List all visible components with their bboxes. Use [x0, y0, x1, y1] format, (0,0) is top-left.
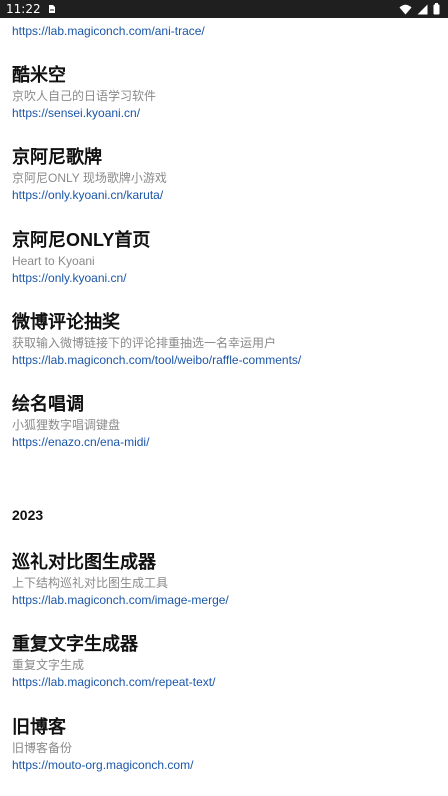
item-description: Heart to Kyoani [12, 254, 95, 268]
project-list: https://lab.magiconch.com/ani-trace/ 酷米空… [0, 0, 448, 796]
item-link[interactable]: https://sensei.kyoani.cn/ [12, 105, 140, 121]
item-title: 绘名唱调 [12, 394, 84, 414]
item-link[interactable]: https://lab.magiconch.com/repeat-text/ [12, 674, 215, 690]
list-item: 重复文字生成器 重复文字生成 https://lab.magiconch.com… [12, 633, 440, 691]
cell-signal-icon [417, 4, 428, 15]
list-item: 微博评论抽奖 获取输入微博链接下的评论排重抽选一名幸运用户 https://la… [12, 311, 440, 369]
status-time: 11:22 [6, 2, 41, 16]
wifi-icon [399, 4, 412, 15]
notification-icon [47, 4, 57, 14]
list-item: 旧博客 旧博客备份 https://mouto-org.magiconch.co… [12, 716, 440, 774]
status-left: 11:22 [6, 2, 57, 16]
item-description: 上下结构巡礼对比图生成工具 [12, 576, 169, 590]
status-right [399, 3, 440, 15]
item-description: 京吹人自己的日语学习软件 [12, 89, 157, 103]
list-item: 京阿尼ONLY首页 Heart to Kyoani https://only.k… [12, 229, 440, 287]
item-link[interactable]: https://enazo.cn/ena-midi/ [12, 434, 149, 450]
item-link[interactable]: https://only.kyoani.cn/ [12, 270, 127, 286]
list-item: 京阿尼歌牌 京阿尼ONLY 现场歌牌小游戏 https://only.kyoan… [12, 146, 440, 204]
item-link[interactable]: https://only.kyoani.cn/karuta/ [12, 187, 163, 203]
item-title: 微博评论抽奖 [12, 312, 120, 332]
status-bar: 11:22 [0, 0, 448, 18]
list-item-ani-trace: https://lab.magiconch.com/ani-trace/ [12, 22, 440, 40]
item-title: 酷米空 [12, 65, 66, 85]
item-link[interactable]: https://lab.magiconch.com/ani-trace/ [12, 23, 205, 39]
item-title: 京阿尼歌牌 [12, 147, 102, 167]
item-description: 重复文字生成 [12, 658, 85, 672]
list-item: 巡礼对比图生成器 上下结构巡礼对比图生成工具 https://lab.magic… [12, 551, 440, 609]
item-description: 京阿尼ONLY 现场歌牌小游戏 [12, 171, 167, 185]
list-item: 绘名唱调 小狐狸数字唱调键盘 https://enazo.cn/ena-midi… [12, 393, 440, 451]
item-title: 京阿尼ONLY首页 [12, 230, 151, 250]
item-description: 小狐狸数字唱调键盘 [12, 418, 121, 432]
item-title: 旧博客 [12, 717, 66, 737]
item-description: 旧博客备份 [12, 741, 73, 755]
item-link[interactable]: https://lab.magiconch.com/tool/weibo/raf… [12, 352, 301, 368]
item-description: 获取输入微博链接下的评论排重抽选一名幸运用户 [12, 336, 277, 350]
item-link[interactable]: https://lab.magiconch.com/image-merge/ [12, 592, 229, 608]
list-item: 酷米空 京吹人自己的日语学习软件 https://sensei.kyoani.c… [12, 64, 440, 122]
item-link[interactable]: https://mouto-org.magiconch.com/ [12, 757, 193, 773]
year-heading: 2023 [12, 507, 44, 523]
battery-icon [433, 3, 440, 15]
item-title: 重复文字生成器 [12, 634, 138, 654]
item-title: 巡礼对比图生成器 [12, 552, 156, 572]
